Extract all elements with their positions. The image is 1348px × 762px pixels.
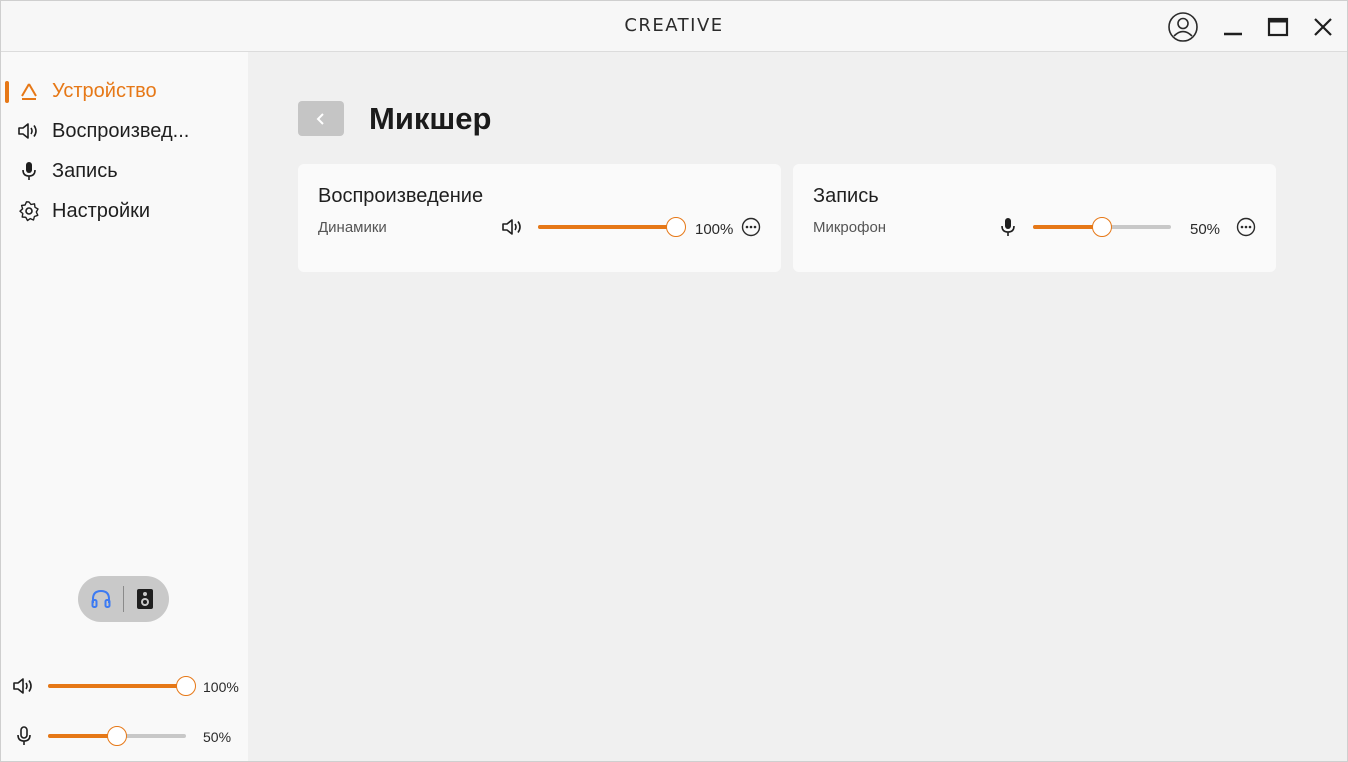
speaker-box-option[interactable] — [130, 584, 160, 614]
channel-label: Динамики — [318, 219, 387, 236]
sidebar-item-device[interactable]: Устройство — [1, 73, 248, 109]
speaker-icon — [500, 215, 526, 239]
headphones-icon — [91, 589, 111, 608]
toggle-divider — [123, 586, 124, 612]
slider-thumb[interactable] — [1092, 217, 1112, 237]
user-icon — [1168, 12, 1198, 42]
microphone-volume-value: 50% — [1190, 221, 1221, 238]
master-mic-slider[interactable] — [48, 724, 186, 748]
active-indicator — [5, 81, 9, 103]
sidebar-item-label: Запись — [52, 160, 118, 182]
output-device-toggle — [78, 576, 169, 622]
master-mic-row: 50% — [1, 721, 248, 751]
more-options-icon — [741, 217, 761, 237]
microphone-volume-slider[interactable] — [1033, 215, 1171, 239]
more-options-button[interactable] — [740, 216, 762, 238]
slider-thumb[interactable] — [666, 217, 686, 237]
minimize-button[interactable] — [1216, 10, 1250, 44]
app-window: CREATIVE Устройство Воспроизвед... Запис… — [0, 0, 1348, 762]
brand-logo: CREATIVE — [624, 15, 724, 36]
page-title: Микшер — [369, 101, 492, 136]
sidebar: Устройство Воспроизвед... Запись Настрой… — [1, 52, 248, 761]
speaker-box-icon — [137, 589, 153, 609]
maximize-button[interactable] — [1261, 10, 1295, 44]
close-icon — [1314, 18, 1332, 36]
sidebar-item-label: Воспроизвед... — [52, 120, 190, 142]
headphones-option[interactable] — [86, 584, 116, 614]
more-options-button[interactable] — [1235, 216, 1257, 238]
master-volume-row: 100% — [1, 671, 248, 701]
title-bar: CREATIVE — [1, 1, 1347, 52]
speakers-volume-value: 100% — [695, 221, 734, 238]
back-button[interactable] — [298, 101, 344, 136]
gear-icon — [17, 200, 41, 222]
playback-card: Воспроизведение Динамики 100% — [298, 164, 781, 272]
speaker-icon — [17, 120, 41, 142]
microphone-icon — [11, 724, 37, 748]
sidebar-item-label: Устройство — [52, 80, 157, 102]
close-button[interactable] — [1306, 10, 1340, 44]
card-title: Запись — [813, 185, 879, 207]
slider-thumb[interactable] — [176, 676, 196, 696]
sidebar-item-playback[interactable]: Воспроизвед... — [1, 113, 248, 149]
microphone-icon — [17, 160, 41, 182]
account-button[interactable] — [1166, 10, 1200, 44]
microphone-icon — [995, 215, 1021, 239]
speaker-icon — [11, 674, 37, 698]
sidebar-item-recording[interactable]: Запись — [1, 153, 248, 189]
slider-fill — [48, 684, 186, 688]
device-icon — [17, 80, 41, 102]
more-options-icon — [1236, 217, 1256, 237]
channel-label: Микрофон — [813, 219, 887, 236]
master-volume-value: 100% — [203, 679, 239, 695]
sidebar-item-settings[interactable]: Настройки — [1, 193, 248, 229]
recording-card: Запись Микрофон 50% — [793, 164, 1276, 272]
maximize-icon — [1267, 17, 1289, 37]
master-volume-slider[interactable] — [48, 674, 196, 698]
minimize-icon — [1224, 32, 1242, 36]
sidebar-item-label: Настройки — [52, 200, 151, 222]
chevron-left-icon — [316, 112, 324, 125]
speakers-volume-slider[interactable] — [538, 215, 686, 239]
card-title: Воспроизведение — [318, 185, 484, 207]
slider-thumb[interactable] — [107, 726, 127, 746]
master-mic-value: 50% — [203, 729, 232, 745]
slider-fill — [538, 225, 676, 229]
